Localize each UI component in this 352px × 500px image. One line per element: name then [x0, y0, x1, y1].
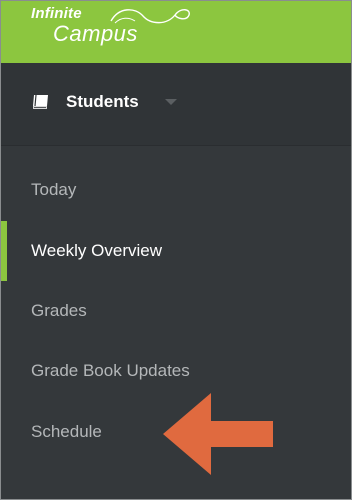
- logo-text-infinite: Infinite: [31, 5, 82, 22]
- sidebar-item-label: Grade Book Updates: [31, 361, 190, 380]
- book-icon: [33, 94, 48, 109]
- sidebar-item-label: Grades: [31, 301, 87, 320]
- sidebar-item-weekly-overview[interactable]: Weekly Overview: [1, 221, 351, 281]
- sidebar-item-grades[interactable]: Grades: [1, 281, 351, 341]
- students-label: Students: [66, 92, 139, 111]
- students-menu-header[interactable]: Students: [1, 63, 351, 146]
- sidebar-item-label: Schedule: [31, 422, 102, 441]
- infinite-campus-logo[interactable]: Infinite Campus: [29, 3, 190, 59]
- sidebar-item-label: Today: [31, 180, 77, 199]
- sidebar-item-today[interactable]: Today: [1, 160, 351, 220]
- caret-down-icon[interactable]: [165, 99, 177, 105]
- brand-bar: Infinite Campus: [1, 1, 351, 63]
- logo-text-campus: Campus: [53, 21, 138, 46]
- sidebar-item-label: Weekly Overview: [31, 241, 162, 260]
- left-arrow-icon: [163, 393, 273, 475]
- active-indicator: [1, 221, 7, 281]
- app-frame: Infinite Campus Students Today Weekly Ov…: [0, 0, 352, 500]
